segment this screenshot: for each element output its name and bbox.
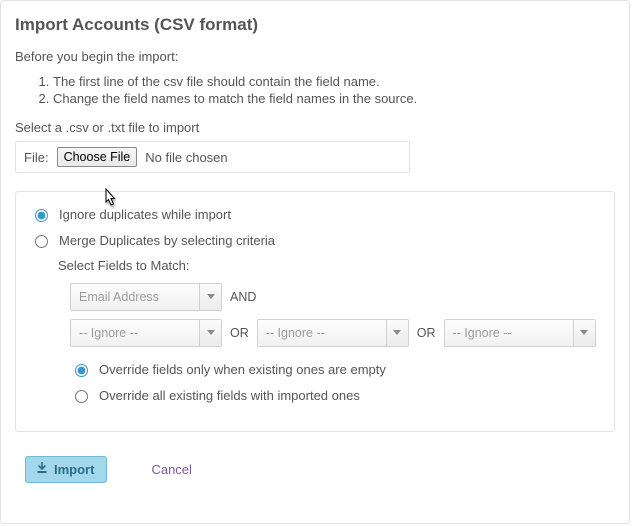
- match-field-3-value: -- Ignore --: [266, 326, 325, 340]
- ignore-duplicates-radio[interactable]: [35, 209, 48, 222]
- page-title: Import Accounts (CSV format): [15, 15, 615, 35]
- download-icon: [36, 462, 48, 477]
- file-status-text: No file chosen: [145, 150, 227, 165]
- match-row-2: -- Ignore -- OR -- Ignore -- OR -- Ignor…: [70, 319, 600, 347]
- intro-text: Before you begin the import:: [15, 49, 615, 64]
- file-input-row: File: Choose File No file chosen: [15, 141, 410, 173]
- merge-duplicates-radio[interactable]: [35, 235, 48, 248]
- chevron-down-icon: [199, 320, 221, 346]
- choose-file-button[interactable]: Choose File: [57, 147, 138, 167]
- instruction-item: Change the field names to match the fiel…: [53, 91, 615, 106]
- connector-and: AND: [230, 290, 256, 304]
- ignore-duplicates-label: Ignore duplicates while import: [59, 207, 231, 222]
- duplicate-options-box: Ignore duplicates while import Merge Dup…: [15, 191, 615, 432]
- instructions-list: The first line of the csv file should co…: [15, 74, 615, 106]
- import-button-label: Import: [54, 462, 94, 477]
- chevron-down-icon: [573, 320, 595, 346]
- chevron-down-icon: [386, 320, 408, 346]
- match-field-2-value: -- Ignore --: [79, 326, 138, 340]
- match-field-1-value: Email Address: [79, 290, 159, 304]
- merge-duplicates-label: Merge Duplicates by selecting criteria: [59, 233, 275, 248]
- ignore-duplicates-option[interactable]: Ignore duplicates while import: [30, 206, 600, 222]
- override-all-label: Override all existing fields with import…: [99, 388, 360, 403]
- connector-or: OR: [417, 326, 436, 340]
- override-empty-radio[interactable]: [75, 364, 88, 377]
- match-field-1-select[interactable]: Email Address: [70, 283, 222, 311]
- override-empty-label: Override fields only when existing ones …: [99, 362, 386, 377]
- chevron-down-icon: [199, 284, 221, 310]
- override-empty-option[interactable]: Override fields only when existing ones …: [70, 361, 600, 377]
- override-all-radio[interactable]: [75, 390, 88, 403]
- cancel-link[interactable]: Cancel: [151, 462, 191, 477]
- import-button[interactable]: Import: [25, 456, 107, 483]
- select-fields-label: Select Fields to Match:: [58, 258, 600, 273]
- override-options: Override fields only when existing ones …: [70, 361, 600, 403]
- merge-duplicates-option[interactable]: Merge Duplicates by selecting criteria: [30, 232, 600, 248]
- import-accounts-panel: Import Accounts (CSV format) Before you …: [0, 0, 630, 524]
- match-row-1: Email Address AND: [70, 283, 600, 311]
- match-field-4-select[interactable]: -- Ignore --: [444, 319, 596, 347]
- match-field-4-value: -- Ignore --: [453, 326, 512, 340]
- match-field-2-select[interactable]: -- Ignore --: [70, 319, 222, 347]
- select-file-label: Select a .csv or .txt file to import: [15, 120, 615, 135]
- instruction-item: The first line of the csv file should co…: [53, 74, 615, 89]
- connector-or: OR: [230, 326, 249, 340]
- file-prefix: File:: [24, 150, 49, 165]
- footer-actions: Import Cancel: [15, 456, 615, 483]
- match-field-3-select[interactable]: -- Ignore --: [257, 319, 409, 347]
- override-all-option[interactable]: Override all existing fields with import…: [70, 387, 600, 403]
